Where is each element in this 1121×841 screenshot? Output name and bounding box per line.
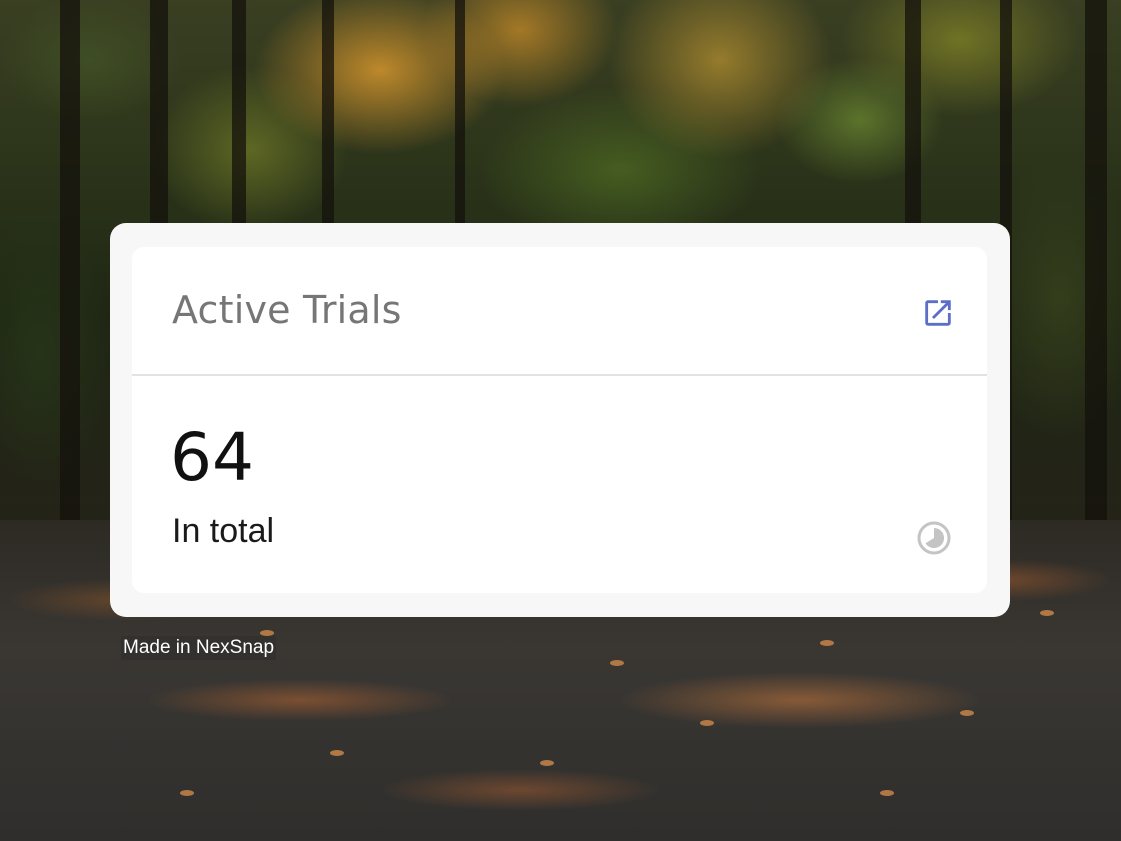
- metric-value: 64: [170, 419, 254, 496]
- background-photo: Active Trials 64 In total Made in NexSna…: [0, 0, 1121, 841]
- widget-frame: Active Trials 64 In total: [110, 223, 1010, 617]
- progress-clock-icon: [916, 520, 952, 556]
- metric-label: In total: [172, 512, 275, 550]
- footer-credit: Made in NexSnap: [121, 636, 277, 660]
- card-title: Active Trials: [172, 288, 402, 332]
- card-body: 64 In total: [132, 376, 987, 593]
- open-in-new-icon[interactable]: [920, 295, 956, 331]
- metric-card: Active Trials 64 In total: [132, 247, 987, 593]
- card-header: Active Trials: [132, 247, 987, 376]
